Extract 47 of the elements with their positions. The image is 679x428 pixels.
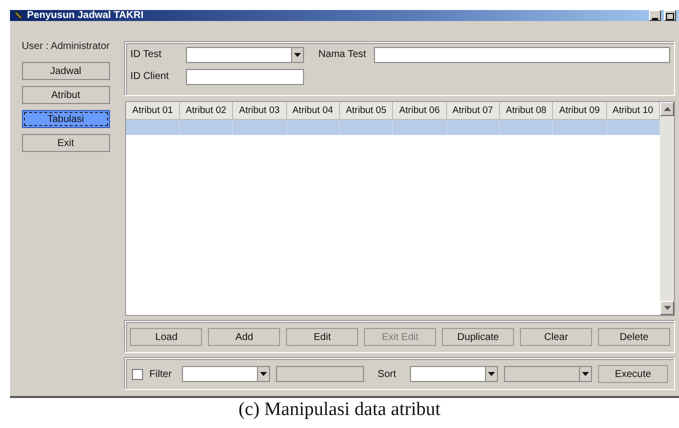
column-header[interactable]: Atribut 02 [180,102,234,120]
nav-button[interactable]: Exit [22,134,110,152]
user-label: User : Administrator [22,41,110,52]
field-label: ID Test [130,48,162,60]
column-header[interactable]: Atribut 09 [553,102,607,120]
column-header[interactable]: Atribut 07 [446,102,500,120]
action-button[interactable]: Edit [286,328,358,346]
execute-button[interactable]: Execute [598,365,668,383]
column-header[interactable]: Atribut 03 [233,102,286,120]
dropdown-arrow-icon [294,53,302,57]
column-header[interactable]: Atribut 04 [286,102,340,120]
scroll-down-icon[interactable] [664,306,670,310]
action-button[interactable]: Clear [520,328,592,346]
dropdown-arrow-icon [260,372,267,376]
text-field[interactable] [186,69,304,85]
filter-label: Filter [149,368,172,380]
dropdown-field[interactable] [410,366,498,382]
dropdown-arrow-icon [582,372,589,376]
text-field[interactable] [374,47,670,63]
app-icon [13,10,24,21]
nav-button[interactable]: Atribut [22,86,110,104]
nav-button[interactable]: Tabulasi [22,110,110,128]
sort-label: Sort [378,368,396,380]
column-header[interactable]: Atribut 01 [126,102,180,120]
column-header[interactable]: Atribut 06 [393,102,447,120]
field-label: Nama Test [317,48,368,60]
dropdown-arrow-icon [488,372,495,376]
column-header[interactable]: Atribut 08 [500,102,554,120]
scroll-up-icon[interactable] [664,107,670,111]
action-button[interactable]: Add [208,328,280,346]
dropdown-field[interactable] [186,47,304,63]
action-button[interactable]: Duplicate [442,328,514,346]
maximize-button[interactable] [664,10,676,21]
maximize-icon [666,13,674,20]
scrollbar[interactable] [660,102,674,315]
column-header[interactable]: Atribut 05 [340,102,394,120]
filter-checkbox[interactable] [132,368,144,380]
dropdown-field[interactable] [182,366,270,382]
nav-button[interactable]: Jadwal [22,62,110,80]
field-label: ID Client [130,70,170,82]
figure-caption: (c) Manipulasi data atribut [238,399,441,421]
action-button[interactable]: Load [130,328,202,346]
window-title: Penyusun Jadwal TAKRI [27,10,145,21]
minimize-button[interactable] [649,10,661,21]
action-button[interactable]: Delete [598,328,670,346]
column-header[interactable]: Atribut 10 [606,102,660,120]
minimize-icon [652,17,658,20]
